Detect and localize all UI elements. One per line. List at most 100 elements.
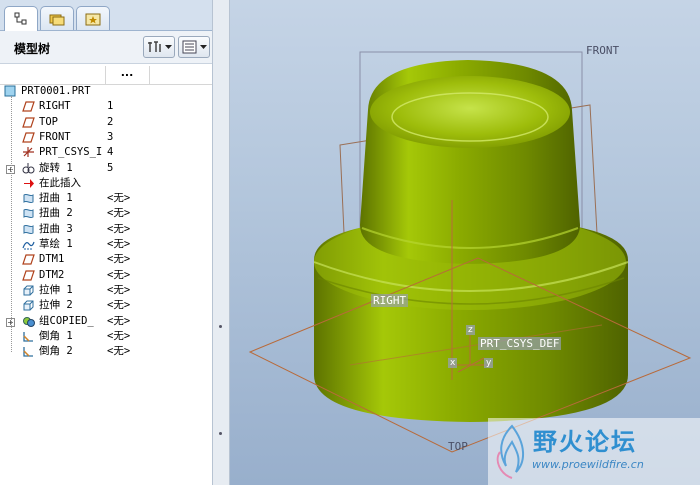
panel-splitter[interactable] xyxy=(212,0,230,485)
tree-item-label: FRONT xyxy=(39,130,71,143)
csys-icon xyxy=(22,146,35,159)
graphics-viewport[interactable]: FRONT RIGHT TOP PRT_CSYS_DEF z x y xyxy=(230,0,700,485)
tree-row[interactable]: RIGHT 1 xyxy=(0,99,212,114)
tree-item-value: 3 xyxy=(107,130,114,143)
favorites-icon xyxy=(85,13,101,25)
column-name-header[interactable] xyxy=(0,66,106,84)
datum-plane-icon xyxy=(22,131,35,144)
datum-plane-icon xyxy=(22,269,35,282)
tree-item-label: PRT_CSYS_I xyxy=(39,146,103,159)
tree-row[interactable]: 在此插入 xyxy=(0,176,212,191)
splitter-grip xyxy=(219,432,222,435)
tree-item-label: 旋转 1 xyxy=(39,161,73,174)
tree-item-label: PRT0001.PRT xyxy=(21,85,91,97)
tree-item-label: 扭曲 1 xyxy=(39,192,73,205)
tree-item-value: 2 xyxy=(107,115,114,128)
model-render xyxy=(248,51,692,453)
tree-item-label: TOP xyxy=(39,115,58,128)
warp-icon xyxy=(22,223,35,236)
tree-row[interactable]: 拉伸 2 <无> xyxy=(0,298,212,313)
front-plane-label[interactable]: FRONT xyxy=(586,44,619,57)
tree-row[interactable]: DTM2 <无> xyxy=(0,268,212,283)
column-2-header[interactable]: ... xyxy=(105,66,150,84)
tree-item-label: 组COPIED_ xyxy=(39,314,94,327)
list-view-icon xyxy=(182,40,196,54)
extrude-icon xyxy=(22,284,35,297)
tree-item-value: <无> xyxy=(107,192,131,205)
tree-row[interactable]: 扭曲 2 <无> xyxy=(0,206,212,221)
tree-item-value: 1 xyxy=(107,100,114,113)
insert-arrow-icon xyxy=(22,177,35,190)
tree-row[interactable]: 拉伸 1 <无> xyxy=(0,283,212,298)
tree-item-label: 扭曲 3 xyxy=(39,222,73,235)
forum-watermark: 野火论坛 www.proewildfire.cn xyxy=(488,418,700,485)
tree-item-label: DTM2 xyxy=(39,268,65,281)
tree-item-value: 4 xyxy=(107,146,114,159)
chevron-down-icon xyxy=(164,44,172,49)
tree-row[interactable]: PRT0001.PRT xyxy=(0,84,212,99)
tree-item-label: RIGHT xyxy=(39,100,71,113)
tree-item-label: 倒角 2 xyxy=(39,345,73,358)
warp-icon xyxy=(22,192,35,205)
tools-icon xyxy=(147,41,161,52)
tree-row[interactable]: TOP 2 xyxy=(0,115,212,130)
tree-item-value: <无> xyxy=(107,253,131,266)
settings-dropdown-button[interactable] xyxy=(143,36,175,58)
panel-title: 模型树 xyxy=(14,42,51,56)
tab-model-tree[interactable] xyxy=(4,6,38,31)
datum-plane-icon xyxy=(22,116,35,129)
revolve-icon xyxy=(22,162,35,175)
tree-item-label: DTM1 xyxy=(39,253,65,266)
tree-item-value: <无> xyxy=(107,314,131,327)
sketch-icon xyxy=(22,238,35,251)
tree-column-header: ... xyxy=(0,66,212,85)
datum-plane-icon xyxy=(22,253,35,266)
tree-row[interactable]: 倒角 2 <无> xyxy=(0,344,212,359)
warp-icon xyxy=(22,207,35,220)
chamfer-icon xyxy=(22,345,35,358)
csys-z-label: z xyxy=(466,325,475,335)
top-plane-label[interactable]: TOP xyxy=(448,440,468,453)
tree-item-label: 拉伸 2 xyxy=(39,299,73,312)
tree-item-value: <无> xyxy=(107,329,131,342)
tree-row[interactable]: + 旋转 15 xyxy=(0,161,212,176)
tree-item-label: 扭曲 2 xyxy=(39,207,73,220)
tree-row[interactable]: 草绘 1 <无> xyxy=(0,237,212,252)
tree-row[interactable]: 倒角 1 <无> xyxy=(0,329,212,344)
csys-y-label: y xyxy=(484,358,494,368)
right-plane-label[interactable]: RIGHT xyxy=(371,294,409,307)
model-tree-icon xyxy=(14,12,27,25)
navigator-tabs xyxy=(0,0,212,31)
tab-folder-browser[interactable] xyxy=(40,6,74,30)
tree-row[interactable]: + 组COPIED_ <无> xyxy=(0,314,212,329)
tree-row[interactable]: DTM1 <无> xyxy=(0,252,212,267)
show-dropdown-button[interactable] xyxy=(178,36,210,58)
model-tree-panel: 模型树 ... PRT0001.PRT RIGHT 1 TOP 2 FRONT 3 PRT_C… xyxy=(0,0,212,485)
csys-label[interactable]: PRT_CSYS_DEF xyxy=(478,337,562,350)
chamfer-icon xyxy=(22,330,35,343)
top-face[interactable] xyxy=(370,76,570,148)
tree-connector-line xyxy=(11,96,12,353)
tree-item-label: 在此插入 xyxy=(39,176,81,189)
tree-item-label: 拉伸 1 xyxy=(39,283,73,296)
tree-item-label: 草绘 1 xyxy=(39,238,73,250)
tree-item-value: <无> xyxy=(107,283,131,296)
csys-x-label: x xyxy=(448,358,458,368)
tree-row[interactable]: FRONT 3 xyxy=(0,130,212,145)
panel-header: 模型树 xyxy=(0,31,212,64)
datum-plane-icon xyxy=(22,100,35,113)
watermark-url: www.proewildfire.cn xyxy=(532,458,644,471)
group-icon xyxy=(22,315,35,328)
tree-row[interactable]: 扭曲 1 <无> xyxy=(0,191,212,206)
tree-item-value: <无> xyxy=(107,345,131,358)
tab-favorites[interactable] xyxy=(76,6,110,30)
splitter-grip xyxy=(219,325,222,328)
extrude-icon xyxy=(22,299,35,312)
folder-icon xyxy=(49,14,65,25)
tree-row[interactable]: 扭曲 3 <无> xyxy=(0,222,212,237)
watermark-title: 野火论坛 xyxy=(533,428,637,456)
tree-item-value: <无> xyxy=(107,238,131,250)
tree-item-value: <无> xyxy=(107,268,131,281)
flame-logo-icon xyxy=(496,424,524,479)
tree-row[interactable]: PRT_CSYS_I 4 xyxy=(0,145,212,160)
